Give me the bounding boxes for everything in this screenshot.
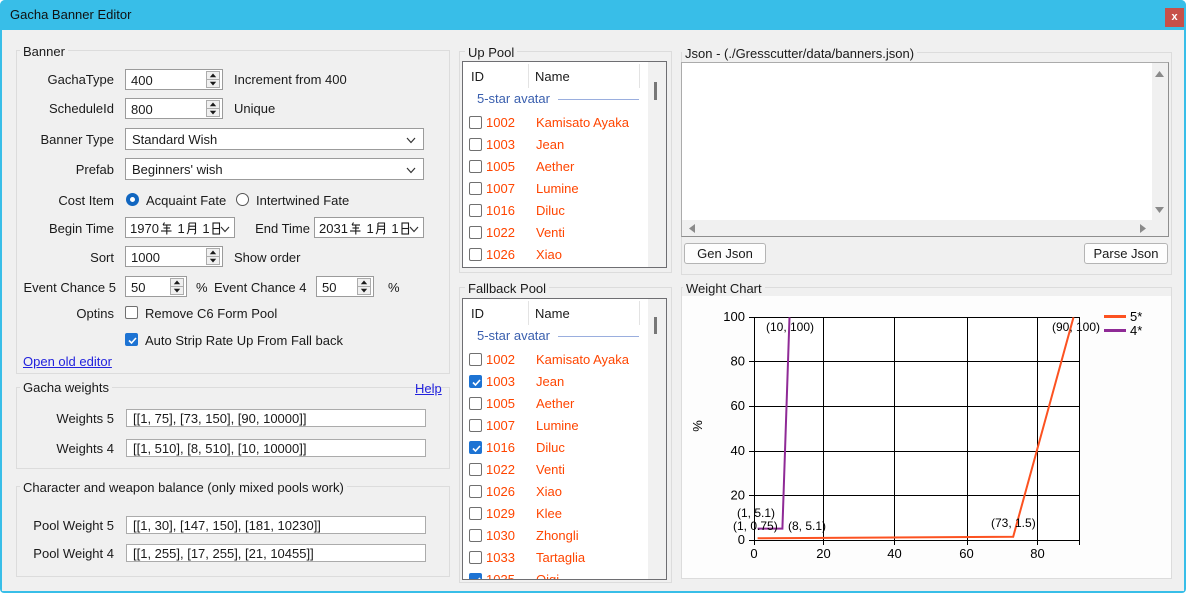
svg-text:20: 20 (731, 487, 745, 502)
svg-text:(1, 0.75): (1, 0.75) (733, 519, 778, 533)
svg-text:20: 20 (816, 546, 830, 561)
svg-text:60: 60 (959, 546, 973, 561)
svg-text:100: 100 (723, 309, 745, 324)
svg-text:(1, 5.1): (1, 5.1) (737, 506, 775, 520)
svg-text:5*: 5* (1130, 309, 1142, 324)
svg-text:0: 0 (738, 532, 745, 547)
svg-text:(90, 100): (90, 100) (1052, 320, 1100, 334)
svg-text:%: % (690, 420, 705, 432)
svg-text:4*: 4* (1130, 323, 1142, 338)
svg-text:40: 40 (731, 443, 745, 458)
svg-text:(73, 1.5): (73, 1.5) (991, 516, 1036, 530)
svg-text:0: 0 (750, 546, 757, 561)
svg-text:60: 60 (731, 398, 745, 413)
svg-text:(10, 100): (10, 100) (766, 320, 814, 334)
svg-text:80: 80 (1030, 546, 1044, 561)
svg-text:80: 80 (731, 354, 745, 369)
svg-text:(8, 5.1): (8, 5.1) (788, 519, 826, 533)
svg-text:40: 40 (887, 546, 901, 561)
